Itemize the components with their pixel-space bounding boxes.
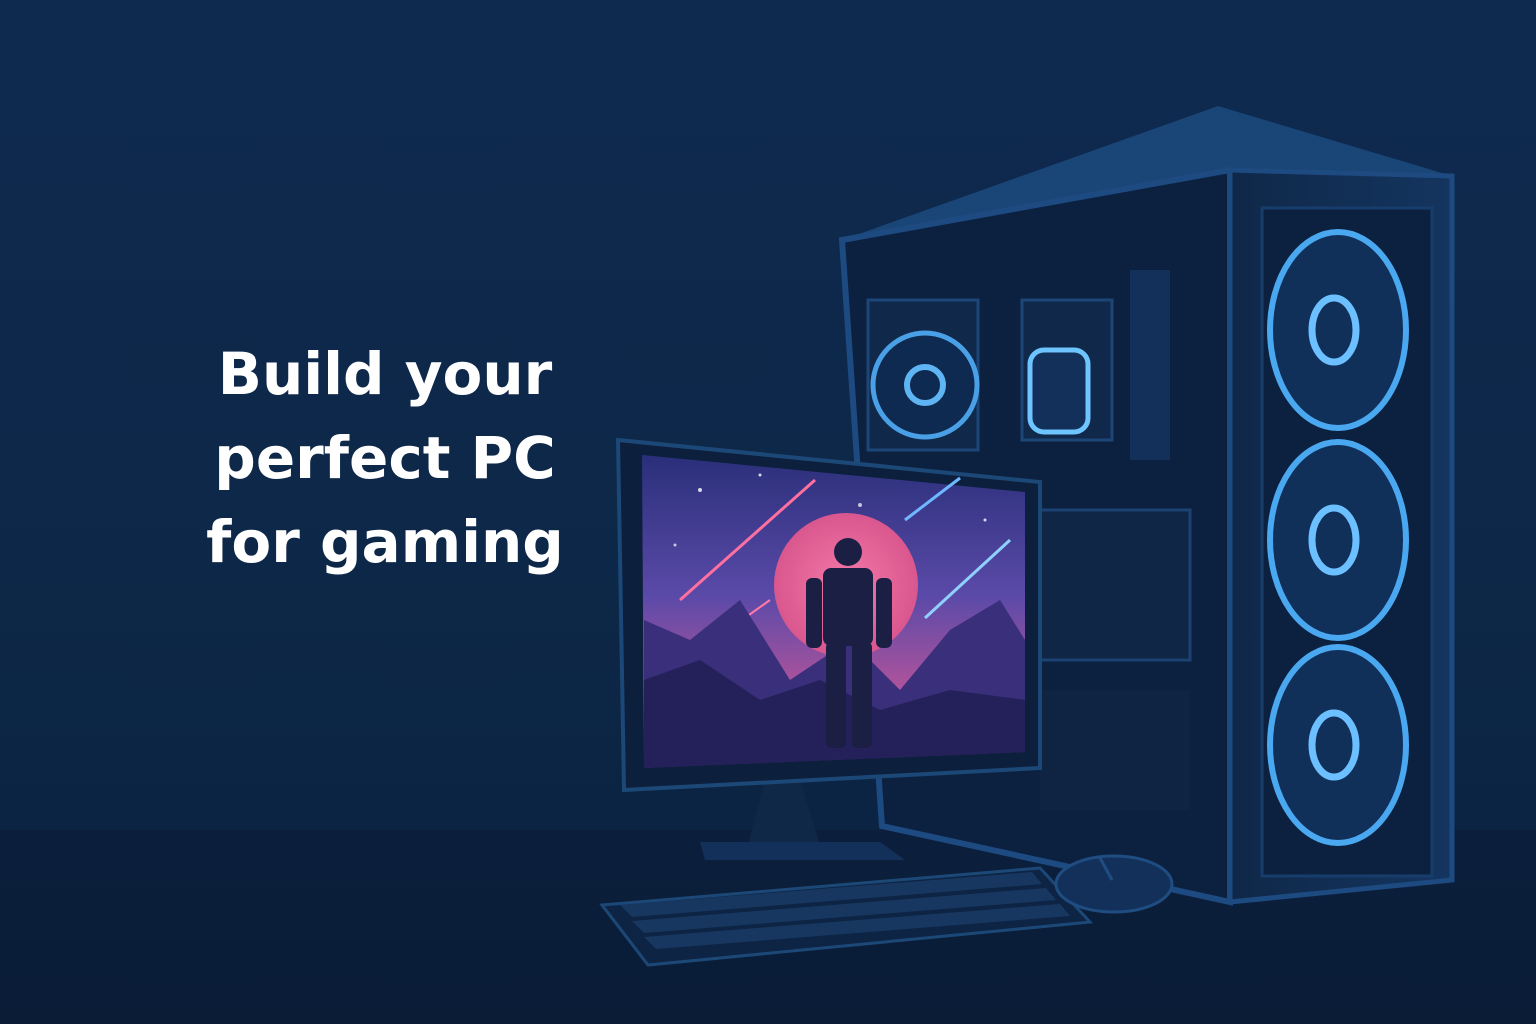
gaming-setup-illustration xyxy=(599,106,1455,967)
fan-icon xyxy=(870,330,980,440)
keyboard-icon xyxy=(599,866,1094,967)
fan-icon xyxy=(1267,644,1409,846)
fan-icon xyxy=(1267,229,1409,431)
mouse-icon xyxy=(1054,854,1174,914)
fan-icon xyxy=(1267,439,1409,641)
